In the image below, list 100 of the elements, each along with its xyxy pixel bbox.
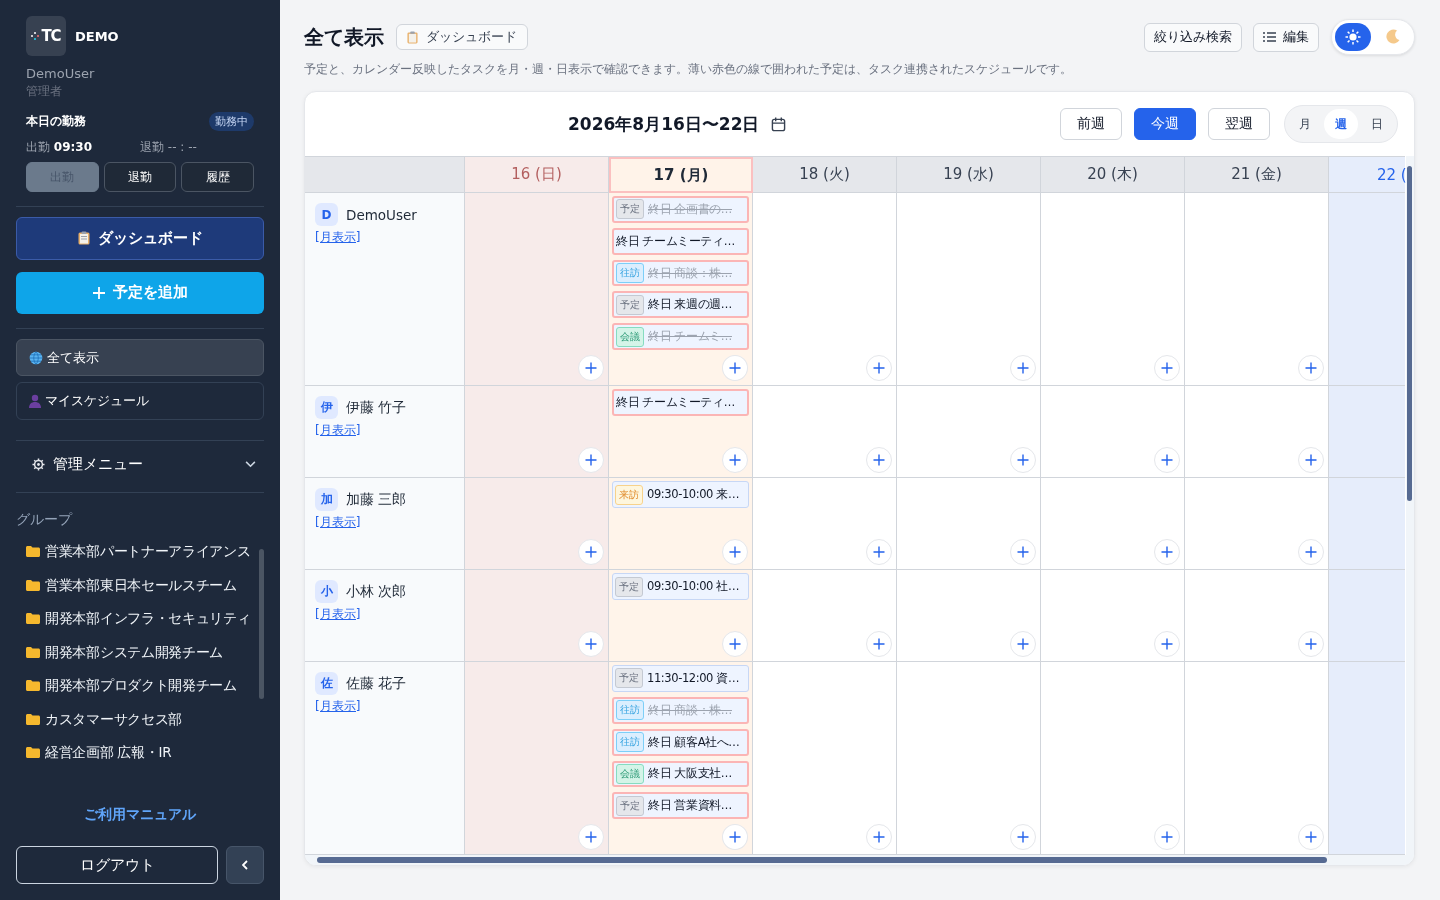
day-cell[interactable] — [1329, 386, 1405, 478]
event-chip[interactable]: 来訪 09:30-10:00 来… — [612, 481, 749, 508]
filter-button[interactable]: 絞り込み検索 — [1144, 22, 1242, 52]
day-cell[interactable] — [1329, 478, 1405, 570]
event-chip[interactable]: 予定 終日 来週の週… — [612, 291, 749, 319]
day-cell[interactable] — [897, 570, 1041, 662]
add-event-button[interactable] — [722, 824, 748, 851]
day-cell[interactable] — [1185, 570, 1329, 662]
day-cell[interactable] — [753, 662, 897, 855]
scrollbar[interactable] — [305, 855, 1414, 865]
add-event-button[interactable] — [866, 631, 892, 657]
day-cell[interactable] — [465, 193, 609, 386]
day-cell[interactable] — [465, 662, 609, 855]
month-view-link[interactable]: [月表示] — [315, 229, 361, 246]
attendance-button[interactable]: 履歴 — [181, 162, 254, 192]
day-cell[interactable] — [1041, 662, 1185, 855]
event-chip[interactable]: 終日 チームミーティ… — [612, 389, 749, 416]
add-event-button[interactable] — [578, 539, 604, 565]
add-event-button[interactable] — [722, 631, 748, 657]
day-cell[interactable] — [897, 478, 1041, 570]
nav-item[interactable]: 全て表示 — [16, 338, 264, 377]
group-item[interactable]: カスタマーサクセス部 — [16, 710, 255, 745]
day-cell[interactable]: 予定 終日 企画書の… 終日 チームミーティ… 往訪 終日 商談：株… 予定 終日 来週の週… 会議 終日 チームミ… — [609, 193, 753, 386]
add-event-button[interactable] — [1154, 539, 1180, 565]
add-event-button[interactable] — [722, 539, 748, 565]
add-event-button[interactable] — [722, 355, 748, 381]
day-cell[interactable]: 予定 09:30-10:00 社… — [609, 570, 753, 662]
week-nav-button[interactable]: 翌週 — [1208, 108, 1270, 140]
day-cell[interactable] — [1041, 478, 1185, 570]
group-item[interactable]: 開発本部システム開発チーム — [16, 643, 255, 678]
add-event-button[interactable] — [722, 447, 748, 473]
day-cell[interactable] — [465, 386, 609, 478]
add-event-button[interactable] — [866, 824, 892, 850]
add-event-button[interactable] — [578, 355, 604, 381]
day-cell[interactable] — [897, 193, 1041, 386]
month-view-link[interactable]: [月表示] — [315, 606, 361, 623]
day-cell[interactable] — [1041, 193, 1185, 386]
add-event-button[interactable] — [1298, 631, 1324, 657]
view-tab[interactable]: 週 — [1324, 109, 1358, 139]
day-cell[interactable] — [1185, 478, 1329, 570]
event-chip[interactable]: 予定 11:30-12:00 資… — [612, 665, 749, 692]
group-item[interactable]: 営業本部パートナーアライアンス — [16, 543, 255, 577]
day-cell[interactable] — [1329, 193, 1405, 386]
dashboard-button[interactable]: ダッシュボード — [16, 217, 264, 260]
group-item[interactable]: 営業本部東日本セールスチーム — [16, 576, 255, 611]
week-nav-button[interactable]: 前週 — [1060, 108, 1122, 140]
add-event-button[interactable] — [1154, 824, 1180, 850]
add-event-button[interactable] — [1298, 539, 1324, 565]
day-cell[interactable] — [753, 570, 897, 662]
calendar-icon[interactable] — [771, 116, 787, 132]
add-event-button[interactable] — [866, 355, 892, 381]
event-chip[interactable]: 予定 09:30-10:00 社… — [612, 573, 749, 600]
add-event-button[interactable] — [1010, 447, 1036, 473]
day-cell[interactable]: 来訪 09:30-10:00 来… — [609, 478, 753, 570]
add-event-button[interactable] — [1298, 824, 1324, 850]
day-cell[interactable] — [897, 386, 1041, 478]
month-view-link[interactable]: [月表示] — [315, 422, 361, 439]
week-nav-button[interactable]: 今週 — [1134, 108, 1196, 140]
add-event-button[interactable] — [1010, 355, 1036, 381]
attendance-button[interactable]: 退勤 — [103, 162, 177, 192]
event-chip[interactable]: 予定 終日 企画書の… — [612, 196, 749, 223]
view-tab[interactable]: 月 — [1288, 109, 1322, 139]
event-chip[interactable]: 予定 終日 営業資料… — [612, 792, 749, 820]
group-item[interactable]: 経営企画部 広報・IR — [16, 744, 255, 778]
add-event-button[interactable] — [1298, 355, 1324, 381]
group-item[interactable]: 開発本部プロダクト開発チーム — [16, 677, 255, 711]
day-cell[interactable] — [1185, 193, 1329, 386]
event-chip[interactable]: 往訪 終日 顧客A社へ… — [612, 728, 749, 756]
add-event-button[interactable] — [866, 539, 892, 565]
day-cell[interactable] — [897, 662, 1041, 855]
nav-item[interactable]: マイスケジュール — [16, 382, 264, 421]
event-chip[interactable]: 会議 終日 大阪支社… — [612, 760, 749, 788]
manual-link[interactable]: ご利用マニュアル — [16, 806, 264, 824]
add-event-button[interactable] — [1154, 447, 1180, 473]
day-cell[interactable] — [1329, 662, 1405, 855]
add-event-button[interactable] — [578, 447, 604, 473]
day-cell[interactable] — [1041, 386, 1185, 478]
view-tab[interactable]: 日 — [1360, 109, 1394, 139]
day-cell[interactable] — [1041, 570, 1185, 662]
day-cell[interactable] — [1329, 570, 1405, 662]
month-view-link[interactable]: [月表示] — [315, 698, 361, 715]
add-event-button[interactable] — [1010, 539, 1036, 565]
edit-button[interactable]: 編集 — [1253, 22, 1319, 52]
day-cell[interactable] — [753, 478, 897, 570]
day-cell[interactable] — [753, 193, 897, 386]
add-event-button[interactable] — [1298, 447, 1324, 473]
logout-button[interactable]: ログアウト — [16, 846, 218, 884]
admin-menu-toggle[interactable]: 管理メニュー — [16, 451, 264, 479]
add-event-button[interactable] — [1010, 824, 1036, 850]
dashboard-chip[interactable]: ダッシュボード — [396, 24, 528, 50]
add-event-button[interactable] — [866, 447, 892, 473]
day-cell[interactable]: 予定 11:30-12:00 資… 往訪 終日 商談：株… 往訪 終日 顧客A社へ… 会議 終日 大阪支社… 予定 終日 営業資料… — [609, 662, 753, 855]
month-view-link[interactable]: [月表示] — [315, 514, 361, 531]
event-chip[interactable]: 終日 チームミーティ… — [612, 227, 749, 255]
scrollbar[interactable] — [1406, 156, 1414, 855]
add-event-button[interactable] — [1154, 355, 1180, 381]
light-mode-button[interactable] — [1335, 23, 1371, 51]
add-event-button[interactable] — [578, 824, 604, 850]
add-event-button[interactable] — [1154, 631, 1180, 657]
day-cell[interactable]: 終日 チームミーティ… — [609, 386, 753, 478]
